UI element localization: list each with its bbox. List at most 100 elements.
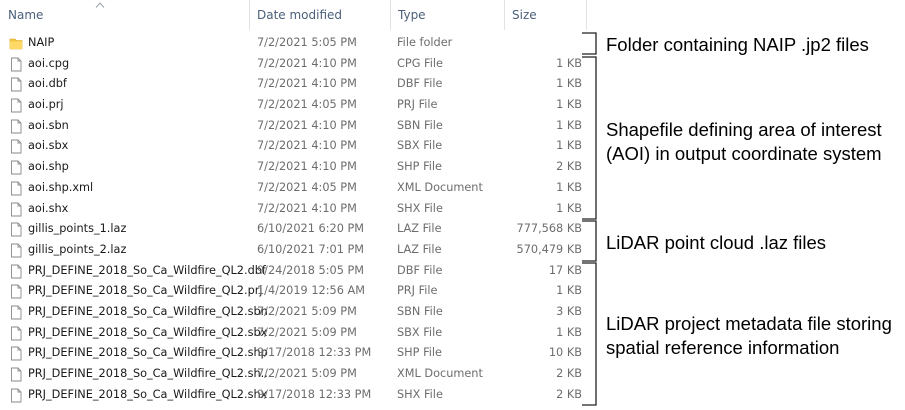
file-size: 1 KB <box>556 139 582 153</box>
file-type: DBF File <box>397 77 443 91</box>
file-date-modified: 7/2/2021 5:09 PM <box>257 367 357 380</box>
file-row[interactable]: PRJ_DEFINE_2018_So_Ca_Wildfire_QL2.shx 9/… <box>0 385 590 406</box>
file-row[interactable]: aoi.cpg 7/2/2021 4:10 PM CPG File 1 KB <box>0 54 590 75</box>
column-header-row: Name Date modified Type Size <box>0 0 590 30</box>
annotation-metadata-line1: LiDAR project metadata file storing <box>606 313 892 334</box>
file-size: 777,568 KB <box>516 222 582 236</box>
file-icon <box>9 326 23 341</box>
file-icon <box>9 139 23 154</box>
file-name: PRJ_DEFINE_2018_So_Ca_Wildfire_QL2.sbx <box>28 325 268 339</box>
file-row[interactable]: gillis_points_2.laz 6/10/2021 7:01 PM LAZ … <box>0 240 590 261</box>
file-name: PRJ_DEFINE_2018_So_Ca_Wildfire_QL2.prj <box>28 284 263 298</box>
file-date-modified: 7/2/2021 5:09 PM <box>257 325 357 339</box>
file-size: 2 KB <box>556 160 582 174</box>
file-type: DBF File <box>397 263 443 277</box>
file-size: 1 KB <box>556 98 582 112</box>
file-type: SBN File <box>397 118 443 132</box>
file-type: SBX File <box>397 139 443 153</box>
file-name: aoi.dbf <box>28 77 67 91</box>
file-explorer-list: Name Date modified Type Size NAIP 7/2/202… <box>0 0 590 409</box>
file-row[interactable]: aoi.shx 7/2/2021 4:10 PM SHX File 1 KB <box>0 199 590 220</box>
file-date-modified: 7/2/2021 5:05 PM <box>257 36 357 49</box>
file-row[interactable]: aoi.prj 7/2/2021 4:05 PM PRJ File 1 KB <box>0 95 590 116</box>
file-icon <box>9 202 23 217</box>
file-type: SBN File <box>397 304 443 318</box>
column-header-name[interactable]: Name <box>0 0 249 30</box>
file-row[interactable]: NAIP 7/2/2021 5:05 PM File folder <box>0 33 590 54</box>
file-name: gillis_points_1.laz <box>28 222 127 236</box>
file-size: 1 KB <box>556 201 582 215</box>
file-type: SHX File <box>397 387 443 401</box>
file-row[interactable]: aoi.shp.xml 7/2/2021 4:05 PM XML Document 1… <box>0 178 590 199</box>
file-date-modified: 7/2/2021 4:10 PM <box>257 77 357 91</box>
file-row[interactable]: aoi.dbf 7/2/2021 4:10 PM DBF File 1 KB <box>0 74 590 95</box>
file-size: 570,479 KB <box>516 242 582 256</box>
file-icon <box>9 57 23 72</box>
file-type: CPG File <box>397 56 443 70</box>
file-size: 1 KB <box>556 284 582 298</box>
file-date-modified: 9/24/2018 5:05 PM <box>257 263 365 277</box>
file-row[interactable]: PRJ_DEFINE_2018_So_Ca_Wildfire_QL2.sbn 7/… <box>0 302 590 323</box>
file-icon <box>9 264 23 279</box>
file-date-modified: 7/2/2021 4:10 PM <box>257 56 357 70</box>
file-type: SHP File <box>397 346 442 360</box>
file-row[interactable]: PRJ_DEFINE_2018_So_Ca_Wildfire_QL2.shp 9/… <box>0 343 590 364</box>
file-date-modified: 7/2/2021 4:05 PM <box>257 180 357 194</box>
file-date-modified: 6/10/2021 7:01 PM <box>257 242 365 256</box>
file-name: aoi.shp <box>28 160 69 174</box>
file-icon <box>9 388 23 403</box>
file-icon <box>9 98 23 113</box>
annotation-metadata-line2: spatial reference information <box>606 337 840 358</box>
file-size: 2 KB <box>556 367 582 380</box>
column-header-date[interactable]: Date modified <box>249 0 390 30</box>
file-type: SBX File <box>397 325 443 339</box>
file-type: LAZ File <box>397 242 442 256</box>
file-name: PRJ_DEFINE_2018_So_Ca_Wildfire_QL2.sh... <box>28 367 272 380</box>
file-date-modified: 7/2/2021 4:10 PM <box>257 160 357 174</box>
column-header-size[interactable]: Size <box>504 0 586 30</box>
file-name: aoi.shx <box>28 201 69 215</box>
file-icon <box>9 305 23 320</box>
file-row[interactable]: PRJ_DEFINE_2018_So_Ca_Wildfire_QL2.dbf 9/… <box>0 261 590 282</box>
file-row[interactable]: PRJ_DEFINE_2018_So_Ca_Wildfire_QL2.sbx 7/… <box>0 323 590 344</box>
file-row[interactable]: aoi.sbx 7/2/2021 4:10 PM SBX File 1 KB <box>0 136 590 157</box>
annotation-shapefile-line2: (AOI) in output coordinate system <box>606 143 882 164</box>
file-icon <box>9 346 23 361</box>
file-name: aoi.sbx <box>28 139 69 153</box>
file-row[interactable]: aoi.sbn 7/2/2021 4:10 PM SBN File 1 KB <box>0 116 590 137</box>
column-divider[interactable] <box>586 0 587 30</box>
file-row[interactable]: gillis_points_1.laz 6/10/2021 6:20 PM LAZ … <box>0 219 590 240</box>
file-icon <box>9 181 23 196</box>
file-name: PRJ_DEFINE_2018_So_Ca_Wildfire_QL2.sbn <box>28 304 268 318</box>
file-row[interactable]: PRJ_DEFINE_2018_So_Ca_Wildfire_QL2.sh...… <box>0 364 590 385</box>
annotation-lidar: LiDAR point cloud .laz files <box>606 232 827 253</box>
file-name: aoi.cpg <box>28 56 70 70</box>
file-date-modified: 7/2/2021 4:10 PM <box>257 201 357 215</box>
file-type: SHP File <box>397 160 442 174</box>
file-name: PRJ_DEFINE_2018_So_Ca_Wildfire_QL2.shx <box>28 387 268 401</box>
file-icon <box>9 119 23 134</box>
file-type: PRJ File <box>397 98 438 112</box>
file-date-modified: 7/2/2021 4:10 PM <box>257 139 357 153</box>
file-name: NAIP <box>28 36 55 49</box>
file-date-modified: 7/2/2021 5:09 PM <box>257 304 357 318</box>
annotation-naip: Folder containing NAIP .jp2 files <box>606 34 869 55</box>
annotation-shapefile-line1: Shapefile defining area of interest <box>606 119 882 140</box>
file-date-modified: 9/17/2018 12:33 PM <box>257 346 372 360</box>
file-icon <box>9 367 23 382</box>
file-size: 1 KB <box>556 118 582 132</box>
column-header-type[interactable]: Type <box>390 0 504 30</box>
file-name: gillis_points_2.laz <box>28 242 127 256</box>
file-name: aoi.prj <box>28 98 64 112</box>
file-icon <box>9 77 23 92</box>
file-type: XML Document <box>397 367 483 380</box>
file-date-modified: 9/17/2018 12:33 PM <box>257 387 372 401</box>
file-icon <box>9 284 23 299</box>
folder-icon <box>9 36 23 51</box>
file-size: 1 KB <box>556 180 582 194</box>
file-date-modified: 1/4/2019 12:56 AM <box>257 284 365 298</box>
file-name: PRJ_DEFINE_2018_So_Ca_Wildfire_QL2.dbf <box>28 263 266 277</box>
file-row[interactable]: aoi.shp 7/2/2021 4:10 PM SHP File 2 KB <box>0 157 590 178</box>
file-row[interactable]: PRJ_DEFINE_2018_So_Ca_Wildfire_QL2.prj 1/… <box>0 281 590 302</box>
file-size: 1 KB <box>556 325 582 339</box>
